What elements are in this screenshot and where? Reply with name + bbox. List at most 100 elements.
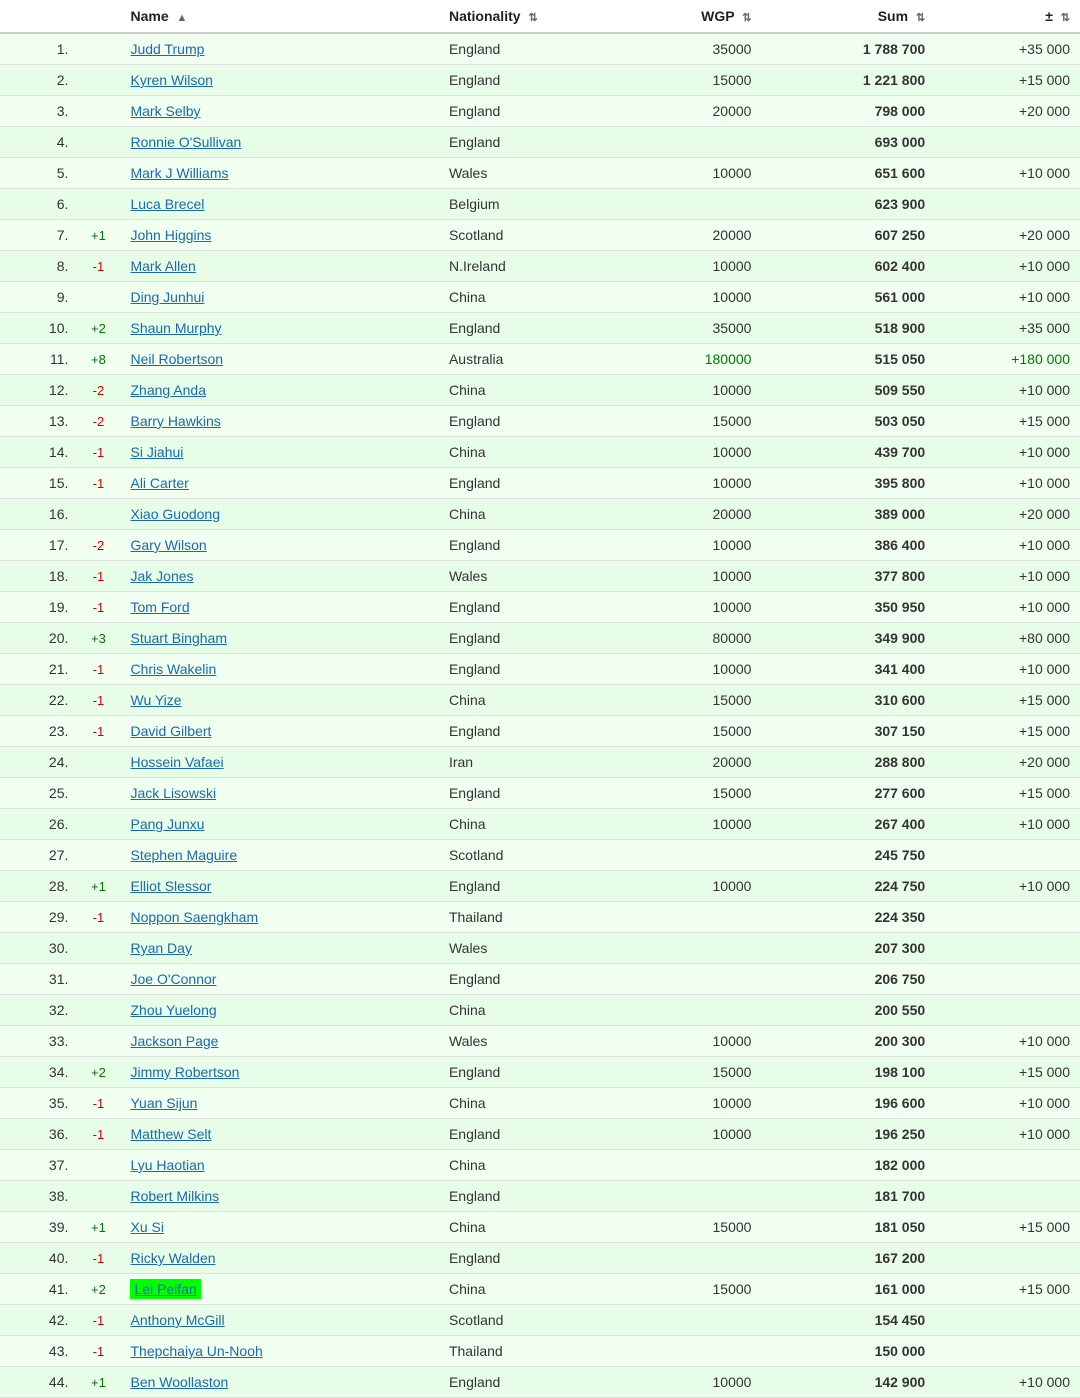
name-cell[interactable]: Joe O'Connor (124, 964, 442, 995)
player-link[interactable]: Thepchaiya Un-Nooh (130, 1343, 262, 1359)
name-cell[interactable]: Zhang Anda (124, 375, 442, 406)
nationality-cell: England (443, 313, 617, 344)
player-link[interactable]: Matthew Selt (130, 1126, 211, 1142)
name-cell[interactable]: Kyren Wilson (124, 65, 442, 96)
player-link[interactable]: Anthony McGill (130, 1312, 224, 1328)
name-cell[interactable]: Xu Si (124, 1212, 442, 1243)
player-link[interactable]: Lei Peifan (130, 1279, 200, 1299)
name-cell[interactable]: John Higgins (124, 220, 442, 251)
name-cell[interactable]: Chris Wakelin (124, 654, 442, 685)
player-link[interactable]: Hossein Vafaei (130, 754, 223, 770)
player-link[interactable]: Ryan Day (130, 940, 191, 956)
player-link[interactable]: Ali Carter (130, 475, 188, 491)
name-cell[interactable]: Judd Trump (124, 33, 442, 65)
name-cell[interactable]: Shaun Murphy (124, 313, 442, 344)
name-cell[interactable]: Neil Robertson (124, 344, 442, 375)
name-cell[interactable]: Luca Brecel (124, 189, 442, 220)
name-cell[interactable]: Anthony McGill (124, 1305, 442, 1336)
player-link[interactable]: Robert Milkins (130, 1188, 219, 1204)
player-link[interactable]: Mark Allen (130, 258, 195, 274)
name-cell[interactable]: Zhou Yuelong (124, 995, 442, 1026)
change-cell (72, 33, 124, 65)
name-cell[interactable]: Noppon Saengkham (124, 902, 442, 933)
player-link[interactable]: Barry Hawkins (130, 413, 220, 429)
player-link[interactable]: John Higgins (130, 227, 211, 243)
table-row: 44.+1Ben WoollastonEngland10000142 900+1… (0, 1367, 1080, 1398)
col-header-sum[interactable]: Sum ⇅ (761, 0, 935, 33)
player-link[interactable]: Gary Wilson (130, 537, 206, 553)
player-link[interactable]: Ronnie O'Sullivan (130, 134, 241, 150)
name-cell[interactable]: Stephen Maguire (124, 840, 442, 871)
name-cell[interactable]: Mark J Williams (124, 158, 442, 189)
player-link[interactable]: Jackson Page (130, 1033, 218, 1049)
name-cell[interactable]: Ben Woollaston (124, 1367, 442, 1398)
player-link[interactable]: Wu Yize (130, 692, 181, 708)
player-link[interactable]: Luca Brecel (130, 196, 204, 212)
col-header-pm[interactable]: ± ⇅ (935, 0, 1080, 33)
name-cell[interactable]: Barry Hawkins (124, 406, 442, 437)
name-cell[interactable]: Si Jiahui (124, 437, 442, 468)
player-link[interactable]: Kyren Wilson (130, 72, 212, 88)
player-link[interactable]: Xiao Guodong (130, 506, 220, 522)
player-link[interactable]: Mark J Williams (130, 165, 228, 181)
name-cell[interactable]: Ryan Day (124, 933, 442, 964)
name-cell[interactable]: Jack Lisowski (124, 778, 442, 809)
player-link[interactable]: Joe O'Connor (130, 971, 216, 987)
name-cell[interactable]: Jackson Page (124, 1026, 442, 1057)
player-link[interactable]: Si Jiahui (130, 444, 183, 460)
name-cell[interactable]: Hossein Vafaei (124, 747, 442, 778)
table-row: 24.Hossein VafaeiIran20000288 800+20 000 (0, 747, 1080, 778)
name-cell[interactable]: Jak Jones (124, 561, 442, 592)
player-link[interactable]: Lyu Haotian (130, 1157, 204, 1173)
player-link[interactable]: Noppon Saengkham (130, 909, 258, 925)
player-link[interactable]: Elliot Slessor (130, 878, 211, 894)
name-cell[interactable]: Ali Carter (124, 468, 442, 499)
player-link[interactable]: Stephen Maguire (130, 847, 237, 863)
name-cell[interactable]: Matthew Selt (124, 1119, 442, 1150)
name-cell[interactable]: Lyu Haotian (124, 1150, 442, 1181)
name-cell[interactable]: Ronnie O'Sullivan (124, 127, 442, 158)
name-cell[interactable]: Jimmy Robertson (124, 1057, 442, 1088)
col-header-wgp[interactable]: WGP ⇅ (617, 0, 762, 33)
table-row: 33.Jackson PageWales10000200 300+10 000 (0, 1026, 1080, 1057)
player-link[interactable]: Mark Selby (130, 103, 200, 119)
player-link[interactable]: Ricky Walden (130, 1250, 215, 1266)
name-cell[interactable]: Lei Peifan (124, 1274, 442, 1305)
name-cell[interactable]: Pang Junxu (124, 809, 442, 840)
player-link[interactable]: Shaun Murphy (130, 320, 221, 336)
player-link[interactable]: Jak Jones (130, 568, 193, 584)
name-cell[interactable]: Gary Wilson (124, 530, 442, 561)
player-link[interactable]: Jack Lisowski (130, 785, 216, 801)
player-link[interactable]: Jimmy Robertson (130, 1064, 239, 1080)
wgp-cell: 10000 (617, 437, 762, 468)
name-cell[interactable]: Mark Selby (124, 96, 442, 127)
player-link[interactable]: Pang Junxu (130, 816, 204, 832)
player-link[interactable]: Zhang Anda (130, 382, 206, 398)
player-link[interactable]: Ding Junhui (130, 289, 204, 305)
name-cell[interactable]: Robert Milkins (124, 1181, 442, 1212)
name-cell[interactable]: Xiao Guodong (124, 499, 442, 530)
name-cell[interactable]: Mark Allen (124, 251, 442, 282)
name-cell[interactable]: Thepchaiya Un-Nooh (124, 1336, 442, 1367)
player-link[interactable]: Ben Woollaston (130, 1374, 228, 1390)
col-header-name[interactable]: Name ▲ (124, 0, 442, 33)
player-link[interactable]: Neil Robertson (130, 351, 223, 367)
name-cell[interactable]: Tom Ford (124, 592, 442, 623)
name-cell[interactable]: Yuan Sijun (124, 1088, 442, 1119)
player-link[interactable]: Judd Trump (130, 41, 204, 57)
name-cell[interactable]: Elliot Slessor (124, 871, 442, 902)
change-cell: -1 (72, 685, 124, 716)
player-link[interactable]: Chris Wakelin (130, 661, 216, 677)
player-link[interactable]: Yuan Sijun (130, 1095, 197, 1111)
name-cell[interactable]: Wu Yize (124, 685, 442, 716)
player-link[interactable]: Stuart Bingham (130, 630, 227, 646)
name-cell[interactable]: Stuart Bingham (124, 623, 442, 654)
col-header-nationality[interactable]: Nationality ⇅ (443, 0, 617, 33)
player-link[interactable]: Xu Si (130, 1219, 163, 1235)
name-cell[interactable]: Ricky Walden (124, 1243, 442, 1274)
player-link[interactable]: Tom Ford (130, 599, 189, 615)
name-cell[interactable]: David Gilbert (124, 716, 442, 747)
player-link[interactable]: David Gilbert (130, 723, 211, 739)
player-link[interactable]: Zhou Yuelong (130, 1002, 216, 1018)
name-cell[interactable]: Ding Junhui (124, 282, 442, 313)
